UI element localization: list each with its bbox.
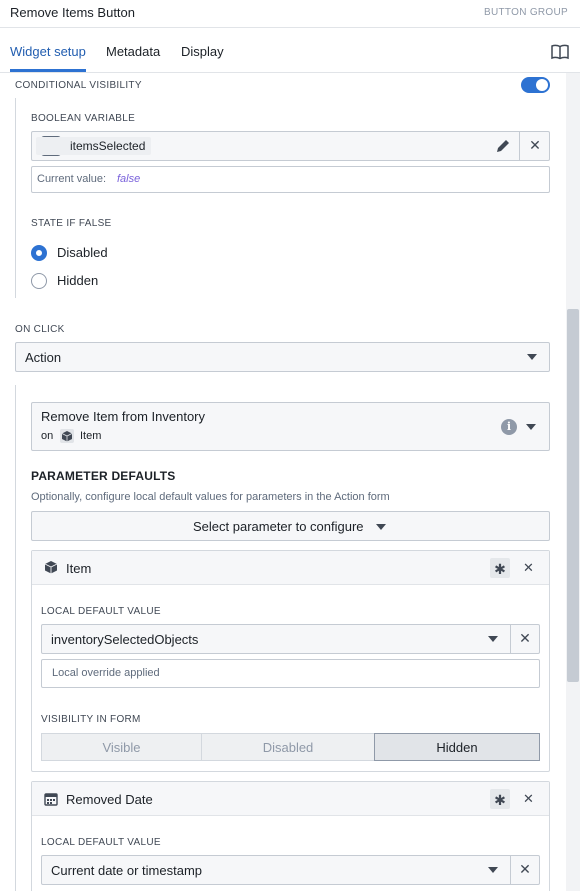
local-default-value-label: LOCAL DEFAULT VALUE: [41, 606, 161, 617]
select-parameter-label: Select parameter to configure: [193, 519, 364, 534]
visibility-in-form-label: VISIBILITY IN FORM: [41, 714, 141, 725]
parameter-defaults-description: Optionally, configure local default valu…: [31, 491, 390, 503]
chevron-down-icon: [527, 354, 537, 360]
param-header: Removed Date ✱ ✕: [32, 782, 549, 816]
chevron-down-icon: [488, 867, 498, 873]
param-name: Item: [66, 561, 92, 576]
pencil-icon[interactable]: [495, 138, 511, 154]
calendar-icon: [44, 793, 58, 806]
radio-hidden-label[interactable]: Hidden: [57, 273, 98, 288]
tab-display[interactable]: Display: [181, 44, 224, 59]
on-click-value: Action: [25, 350, 62, 365]
conditional-visibility-label: CONDITIONAL VISIBILITY: [15, 80, 142, 91]
panel-header: Remove Items Button BUTTON GROUP: [0, 0, 580, 28]
section-indent-line: [15, 98, 16, 298]
close-icon[interactable]: ✕: [523, 791, 534, 807]
field-separator: [519, 132, 520, 160]
variable-name: itemsSelected: [70, 139, 146, 153]
tab-metadata[interactable]: Metadata: [106, 44, 160, 59]
radio-disabled-label[interactable]: Disabled: [57, 245, 108, 260]
current-value: false: [117, 173, 141, 185]
action-on-label: on: [41, 430, 54, 442]
state-if-false-label: STATE IF FALSE: [31, 218, 112, 229]
param-name: Removed Date: [66, 792, 153, 807]
field-separator: [510, 625, 511, 653]
boolean-variable-label: BOOLEAN VARIABLE: [31, 113, 136, 124]
local-default-value-label: LOCAL DEFAULT VALUE: [41, 837, 161, 848]
current-value-box: [31, 166, 550, 193]
tab-widget-setup[interactable]: Widget setup: [10, 44, 86, 59]
tab-bar: Widget setup Metadata Display: [0, 28, 580, 73]
local-default-value: inventorySelectedObjects: [51, 632, 199, 647]
on-click-select[interactable]: [15, 342, 550, 372]
required-asterisk-icon[interactable]: ✱: [490, 558, 510, 578]
radio-disabled[interactable]: [31, 245, 47, 261]
conditional-visibility-toggle[interactable]: [521, 77, 550, 93]
chevron-down-icon: [526, 424, 536, 430]
visibility-hidden-button[interactable]: Hidden: [374, 733, 540, 761]
parameter-defaults-title: PARAMETER DEFAULTS: [31, 469, 176, 483]
clear-variable-icon[interactable]: ✕: [527, 137, 543, 154]
info-icon[interactable]: i: [501, 419, 517, 435]
section-indent-line: [15, 385, 16, 891]
required-asterisk-icon[interactable]: ✱: [490, 789, 510, 809]
field-separator: [510, 856, 511, 884]
book-icon[interactable]: [551, 44, 569, 60]
param-header: Item ✱ ✕: [32, 551, 549, 585]
widget-group-label: BUTTON GROUP: [484, 7, 568, 18]
radio-hidden[interactable]: [31, 273, 47, 289]
local-default-value: Current date or timestamp: [51, 863, 203, 878]
cube-icon: [44, 561, 58, 574]
action-object-type: Item: [80, 430, 102, 442]
visibility-visible-button[interactable]: Visible: [41, 733, 202, 761]
active-tab-indicator: [10, 69, 86, 72]
cube-icon: [60, 429, 74, 443]
on-click-label: ON CLICK: [15, 324, 65, 335]
action-name: Remove Item from Inventory: [41, 409, 205, 424]
clear-value-icon[interactable]: ✕: [517, 630, 533, 647]
chevron-down-icon: [488, 636, 498, 642]
widget-title: Remove Items Button: [10, 5, 135, 20]
clear-value-icon[interactable]: ✕: [517, 861, 533, 878]
scrollbar-thumb[interactable]: [567, 309, 579, 682]
variable-tag: itemsSelected: [36, 137, 152, 155]
current-value-label: Current value:: [37, 173, 107, 185]
chevron-down-icon: [376, 524, 386, 530]
visibility-disabled-button[interactable]: Disabled: [201, 733, 375, 761]
close-icon[interactable]: ✕: [523, 560, 534, 576]
select-parameter-button[interactable]: Select parameter to configure: [31, 511, 550, 541]
override-note: Local override applied: [52, 667, 160, 679]
